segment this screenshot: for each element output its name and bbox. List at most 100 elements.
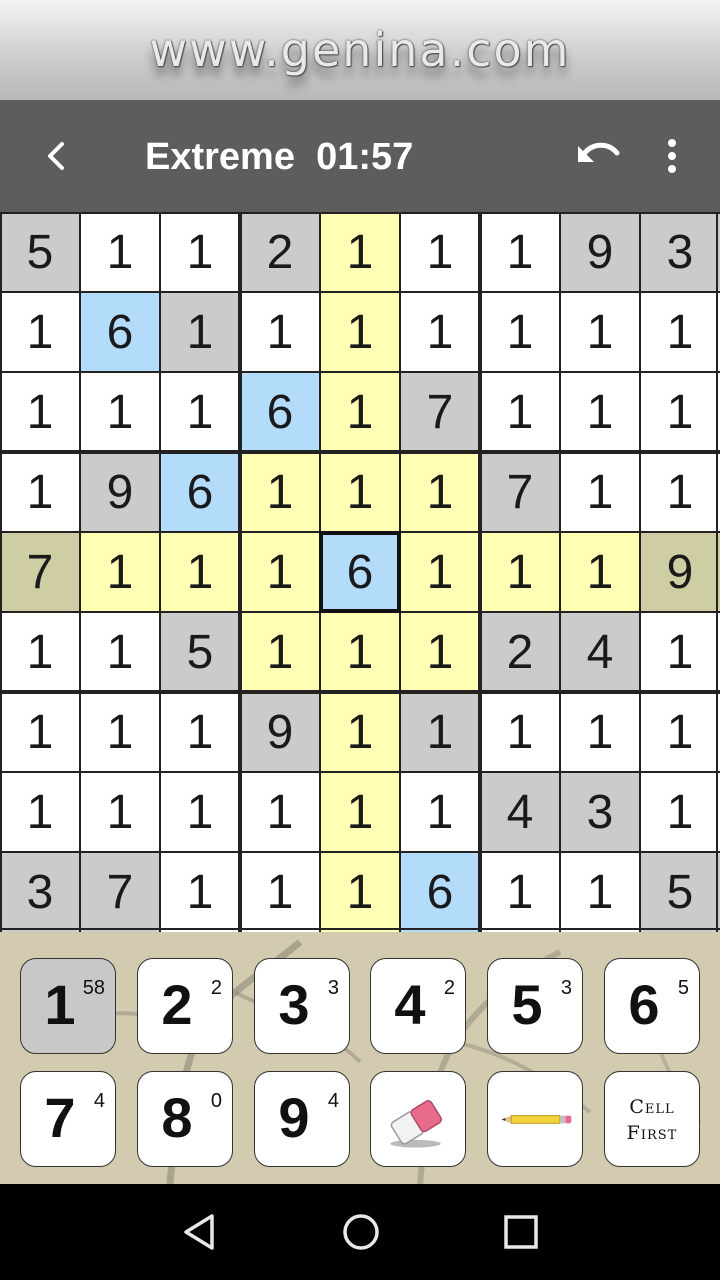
sudoku-cell[interactable]: 1: [400, 452, 480, 532]
sudoku-cell[interactable]: 1: [400, 772, 480, 852]
sudoku-cell[interactable]: 1: [240, 772, 320, 852]
sudoku-cell[interactable]: 3: [0, 852, 80, 932]
sudoku-cell[interactable]: 9: [240, 692, 320, 772]
sudoku-cell[interactable]: 1: [560, 452, 640, 532]
sudoku-cell[interactable]: 7: [80, 852, 160, 932]
digit-key-8[interactable]: 80: [137, 1071, 233, 1167]
sudoku-cell[interactable]: 1: [400, 212, 480, 292]
sudoku-cell[interactable]: 1: [400, 292, 480, 372]
sudoku-cell[interactable]: 3: [640, 212, 720, 292]
sudoku-cell[interactable]: 1: [640, 772, 720, 852]
sudoku-cell[interactable]: 5: [160, 612, 240, 692]
sudoku-cell[interactable]: 1: [0, 772, 80, 852]
sudoku-cell[interactable]: 5: [640, 852, 720, 932]
sudoku-cell[interactable]: 1: [320, 612, 400, 692]
sudoku-cell[interactable]: 1: [400, 692, 480, 772]
sudoku-cell[interactable]: 6: [240, 372, 320, 452]
sudoku-cell[interactable]: 1: [0, 692, 80, 772]
sudoku-cell[interactable]: 1: [0, 372, 80, 452]
sudoku-cell[interactable]: 1: [320, 852, 400, 932]
sudoku-cell[interactable]: 1: [80, 532, 160, 612]
digit-key-5[interactable]: 53: [487, 958, 583, 1054]
sudoku-cell[interactable]: 1: [80, 692, 160, 772]
sudoku-cell[interactable]: 1: [320, 692, 400, 772]
undo-icon[interactable]: [570, 128, 630, 184]
sudoku-cell[interactable]: 2: [480, 612, 560, 692]
digit-key-4[interactable]: 42: [370, 958, 466, 1054]
sudoku-cell[interactable]: 9: [640, 532, 720, 612]
sudoku-cell[interactable]: 1: [400, 532, 480, 612]
sudoku-cell[interactable]: 1: [480, 852, 560, 932]
sudoku-cell[interactable]: 7: [0, 532, 80, 612]
sudoku-cell[interactable]: 1: [240, 292, 320, 372]
sudoku-cell[interactable]: 4: [480, 772, 560, 852]
ad-banner[interactable]: www.genina.com: [0, 0, 720, 100]
sudoku-cell[interactable]: 9: [560, 212, 640, 292]
sudoku-cell[interactable]: 1: [0, 452, 80, 532]
nav-back-icon[interactable]: [178, 1210, 222, 1254]
sudoku-cell[interactable]: 1: [160, 532, 240, 612]
sudoku-cell[interactable]: 3: [560, 772, 640, 852]
sudoku-cell[interactable]: 1: [640, 612, 720, 692]
sudoku-cell[interactable]: 1: [240, 612, 320, 692]
sudoku-cell[interactable]: 1: [320, 372, 400, 452]
chevron-left-icon[interactable]: [32, 128, 80, 184]
sudoku-cell[interactable]: 1: [160, 692, 240, 772]
sudoku-cell[interactable]: 1: [560, 532, 640, 612]
sudoku-cell[interactable]: 1: [160, 372, 240, 452]
sudoku-cell[interactable]: 1: [640, 372, 720, 452]
eraser-button[interactable]: [370, 1071, 466, 1167]
sudoku-cell[interactable]: 1: [560, 372, 640, 452]
more-vert-icon[interactable]: [652, 128, 692, 184]
digit-key-7[interactable]: 74: [20, 1071, 116, 1167]
sudoku-cell[interactable]: 1: [400, 612, 480, 692]
sudoku-cell[interactable]: 1: [560, 692, 640, 772]
sudoku-cell[interactable]: 1: [80, 772, 160, 852]
cell-first-button[interactable]: Cell First: [604, 1071, 700, 1167]
sudoku-cell[interactable]: 2: [240, 212, 320, 292]
sudoku-cell[interactable]: 1: [160, 772, 240, 852]
sudoku-cell[interactable]: 1: [480, 212, 560, 292]
sudoku-cell[interactable]: 1: [240, 532, 320, 612]
sudoku-cell[interactable]: 9: [80, 452, 160, 532]
sudoku-cell[interactable]: 1: [640, 292, 720, 372]
sudoku-cell[interactable]: 4: [560, 612, 640, 692]
sudoku-cell[interactable]: 1: [240, 852, 320, 932]
sudoku-cell[interactable]: 1: [560, 852, 640, 932]
sudoku-cell[interactable]: 1: [160, 212, 240, 292]
sudoku-cell[interactable]: 6: [400, 852, 480, 932]
sudoku-cell[interactable]: 1: [320, 452, 400, 532]
sudoku-cell[interactable]: 1: [80, 212, 160, 292]
sudoku-cell[interactable]: 1: [560, 292, 640, 372]
sudoku-cell[interactable]: 1: [640, 692, 720, 772]
sudoku-cell[interactable]: 1: [0, 612, 80, 692]
sudoku-cell[interactable]: 1: [320, 212, 400, 292]
sudoku-cell[interactable]: 6: [80, 292, 160, 372]
sudoku-cell[interactable]: 7: [480, 452, 560, 532]
sudoku-cell[interactable]: 1: [80, 372, 160, 452]
nav-recents-icon[interactable]: [499, 1210, 543, 1254]
sudoku-cell[interactable]: 5: [0, 212, 80, 292]
sudoku-cell[interactable]: 7: [400, 372, 480, 452]
digit-key-3[interactable]: 33: [254, 958, 350, 1054]
digit-key-6[interactable]: 65: [604, 958, 700, 1054]
sudoku-cell[interactable]: 1: [320, 772, 400, 852]
sudoku-cell[interactable]: 1: [480, 692, 560, 772]
sudoku-cell[interactable]: 1: [480, 292, 560, 372]
digit-key-2[interactable]: 22: [137, 958, 233, 1054]
sudoku-cell[interactable]: 1: [80, 612, 160, 692]
sudoku-cell[interactable]: 1: [320, 292, 400, 372]
sudoku-cell[interactable]: 1: [0, 292, 80, 372]
sudoku-cell[interactable]: 1: [240, 452, 320, 532]
pencil-button[interactable]: [487, 1071, 583, 1167]
sudoku-cell[interactable]: 1: [640, 452, 720, 532]
sudoku-cell[interactable]: 1: [480, 372, 560, 452]
sudoku-cell[interactable]: 6: [160, 452, 240, 532]
digit-key-1[interactable]: 1 58: [20, 958, 116, 1054]
nav-home-icon[interactable]: [339, 1210, 383, 1254]
sudoku-cell[interactable]: 1: [160, 292, 240, 372]
sudoku-cell[interactable]: 6: [320, 532, 400, 612]
sudoku-cell[interactable]: 1: [480, 532, 560, 612]
sudoku-cell[interactable]: 1: [160, 852, 240, 932]
digit-key-9[interactable]: 94: [254, 1071, 350, 1167]
